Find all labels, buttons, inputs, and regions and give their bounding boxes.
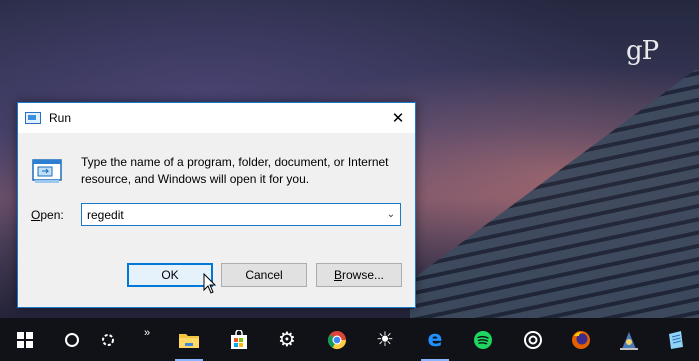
spotify-icon (474, 330, 492, 349)
ok-button-label: OK (161, 268, 179, 282)
store-button[interactable] (219, 318, 259, 361)
cortana-button[interactable] (52, 318, 92, 361)
cortana-search-icon (65, 332, 79, 347)
chrome-button[interactable] (317, 318, 357, 361)
overflow-icon: » (143, 326, 151, 339)
close-button[interactable]: ✕ (381, 103, 415, 133)
chrome-icon (328, 330, 346, 349)
window-title: Run (49, 111, 72, 125)
notes-icon (669, 330, 683, 349)
overflow-button[interactable]: » (132, 318, 162, 361)
settings-button[interactable]: ⚙ (267, 318, 307, 361)
run-description: Type the name of a program, folder, docu… (81, 154, 401, 188)
firefox-button[interactable] (561, 318, 601, 361)
open-combobox[interactable]: regedit ⌄ (81, 203, 401, 226)
open-label-accel: O (31, 208, 41, 222)
title-bar[interactable]: Run ✕ (18, 103, 415, 133)
run-program-icon (32, 159, 62, 183)
edge-button[interactable]: e (415, 318, 455, 361)
run-app-icon (25, 112, 41, 124)
watermark-logo: gP (626, 36, 659, 66)
cancel-button[interactable]: Cancel (221, 263, 307, 287)
open-input[interactable]: regedit (82, 208, 382, 222)
browse-button-label: rowse... (342, 268, 385, 282)
open-label: Open: (31, 208, 64, 222)
description-line-1: Type the name of a program, folder, docu… (81, 155, 389, 169)
taskbar: » ⚙ ☀ e (0, 318, 699, 361)
open-label-text: pen: (40, 208, 64, 222)
chevron-down-icon[interactable]: ⌄ (382, 209, 400, 220)
groove-icon (524, 330, 542, 349)
file-explorer-button[interactable] (169, 318, 209, 361)
mouse-pointer-icon (203, 273, 217, 294)
wizard-app-button[interactable] (609, 318, 649, 361)
edge-icon: e (427, 327, 443, 352)
windows-start-icon (17, 331, 33, 348)
groove-button[interactable] (513, 318, 553, 361)
task-view-button[interactable] (88, 318, 128, 361)
firefox-icon (572, 330, 590, 349)
settings-gear-icon: ⚙ (278, 329, 296, 351)
wizard-icon (620, 331, 638, 350)
spotify-button[interactable] (463, 318, 503, 361)
brightness-button[interactable]: ☀ (365, 318, 405, 361)
description-line-2: resource, and Windows will open it for y… (81, 172, 310, 186)
notes-button[interactable] (656, 318, 696, 361)
store-icon (231, 329, 247, 349)
cancel-button-label: Cancel (245, 268, 283, 282)
brightness-icon: ☀ (376, 329, 394, 351)
start-button[interactable] (5, 318, 45, 361)
ok-button[interactable]: OK (127, 263, 213, 287)
browse-accel: B (333, 268, 342, 282)
file-explorer-icon (179, 333, 199, 348)
task-view-icon (102, 333, 114, 346)
browse-button[interactable]: Browse... (316, 263, 402, 287)
close-icon: ✕ (391, 110, 405, 127)
